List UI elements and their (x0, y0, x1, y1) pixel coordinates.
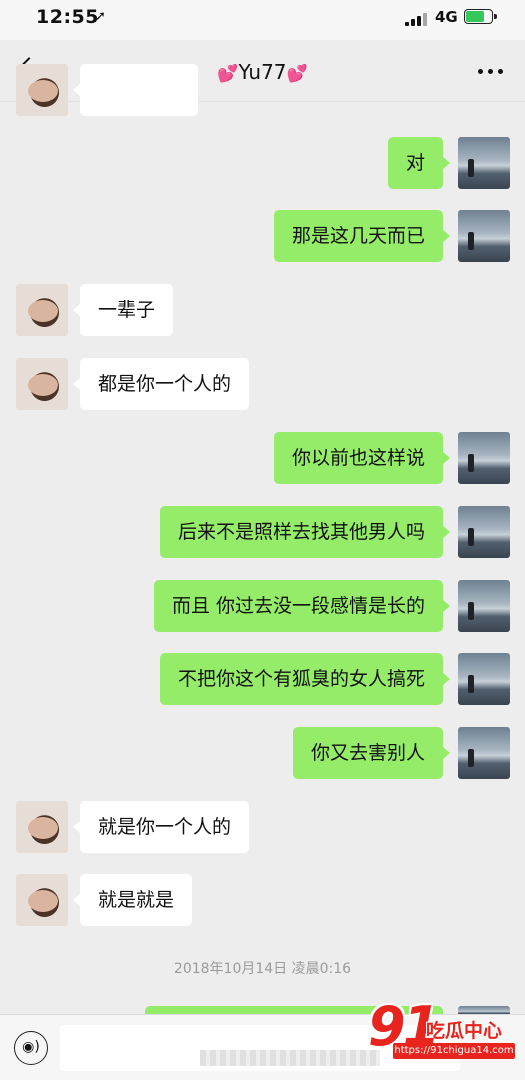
battery-charging-icon (464, 9, 497, 24)
my-avatar[interactable] (458, 137, 510, 189)
signal-icon (405, 12, 427, 26)
navigation-arrow-icon: ➚ (95, 9, 106, 24)
my-avatar[interactable] (458, 506, 510, 558)
more-dots-icon[interactable] (478, 69, 504, 75)
network-type: 4G (435, 8, 458, 26)
message-bubble-sent[interactable]: 你又去害别人 (292, 727, 451, 779)
message-bubble-received[interactable]: 就是就是 (72, 874, 193, 926)
watermark-logo-text: 吃瓜中心 (426, 1020, 503, 1042)
watermark-url: https://91chigua14.com (393, 1043, 515, 1059)
message-bubble-received[interactable]: 一辈子 (72, 284, 174, 336)
status-time: 12:55 (36, 6, 99, 28)
contact-avatar[interactable] (16, 874, 68, 926)
message-bubble-received[interactable]: 就是你一个人的 (72, 801, 250, 853)
heart-emoji: 💕 (217, 64, 239, 84)
my-avatar[interactable] (458, 580, 510, 632)
my-avatar[interactable] (458, 653, 510, 705)
contact-avatar[interactable] (16, 284, 68, 336)
my-avatar[interactable] (458, 210, 510, 262)
heart-emoji: 💕 (286, 64, 308, 84)
message-bubble-sent[interactable]: 那是这几天而已 (273, 210, 451, 262)
message-bubble-received-cut (73, 64, 198, 116)
blurred-text (200, 1050, 380, 1066)
chat-title: 💕Yu77💕 (0, 60, 525, 84)
message-bubble-sent[interactable]: 后来不是照样去找其他男人吗 (159, 506, 451, 558)
contact-avatar[interactable] (16, 358, 68, 410)
message-bubble-sent[interactable]: 不把你这个有狐臭的女人搞死 (159, 653, 451, 705)
status-bar: 12:55 ➚ 4G (0, 0, 525, 40)
message-bubble-sent[interactable]: 你以前也这样说 (273, 432, 451, 484)
contact-avatar[interactable] (16, 801, 68, 853)
message-bubble-sent[interactable]: 对 (387, 137, 451, 189)
my-avatar[interactable] (458, 727, 510, 779)
message-bubble-received[interactable]: 都是你一个人的 (72, 358, 250, 410)
message-timestamp: 2018年10月14日 凌晨0:16 (173, 961, 352, 977)
contact-name: Yu77 (238, 60, 287, 84)
voice-icon[interactable]: ◉) (14, 1031, 48, 1065)
my-avatar[interactable] (458, 432, 510, 484)
contact-avatar[interactable] (16, 64, 68, 116)
message-bubble-sent[interactable]: 而且 你过去没一段感情是长的 (153, 580, 451, 632)
